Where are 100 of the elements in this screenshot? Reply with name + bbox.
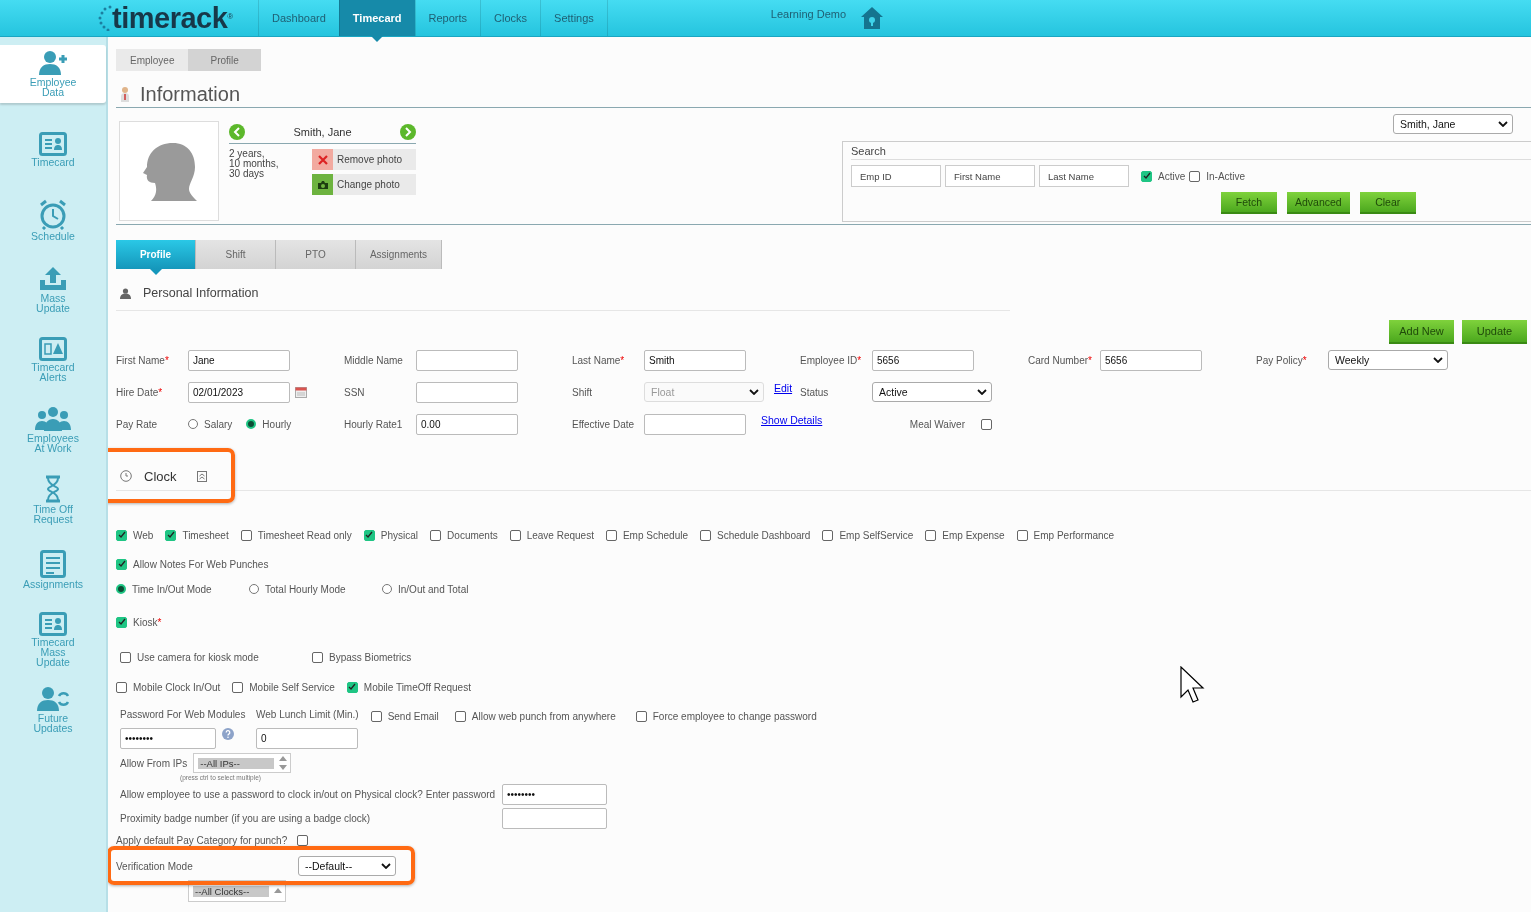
checkbox[interactable]: [363, 529, 375, 541]
text-field[interactable]: [502, 808, 607, 829]
checkbox[interactable]: [430, 529, 442, 541]
checkbox-label: Kiosk*: [133, 616, 162, 628]
tab[interactable]: PTO: [276, 240, 356, 269]
nav-tab[interactable]: Settings: [540, 0, 608, 36]
date-field[interactable]: 02/01/2023: [188, 381, 290, 403]
nav-tab[interactable]: Clocks: [480, 0, 541, 36]
checkbox[interactable]: [509, 529, 521, 541]
text-field[interactable]: Jane: [188, 349, 290, 371]
search-field[interactable]: First Name: [945, 165, 1035, 187]
checkbox[interactable]: [635, 710, 647, 722]
search-action-button[interactable]: Fetch: [1221, 192, 1277, 214]
checkbox-label: Emp Schedule: [622, 529, 688, 541]
checkbox[interactable]: [700, 529, 711, 541]
sidebar-item[interactable]: Time Off Request: [0, 465, 106, 535]
sidebar-item[interactable]: Future Updates: [0, 675, 106, 745]
text-field[interactable]: [416, 349, 518, 371]
home-icon[interactable]: [860, 6, 885, 30]
radio-button[interactable]: [382, 584, 392, 594]
checkbox[interactable]: [346, 681, 358, 693]
breadcrumb-item[interactable]: Employee: [116, 49, 189, 71]
dropdown[interactable]: Weekly: [1328, 350, 1448, 370]
checkbox-label: Schedule Dashboard: [717, 529, 811, 541]
search-action-button[interactable]: Clear: [1359, 192, 1416, 214]
change-photo-button[interactable]: Change photo: [312, 174, 416, 195]
checkbox[interactable]: [116, 681, 127, 693]
breadcrumb-item[interactable]: Profile: [188, 49, 261, 71]
field-label: Pay Policy*: [1256, 354, 1308, 366]
sidebar-item[interactable]: Timecard Mass Update: [0, 605, 106, 675]
radio-button[interactable]: [116, 584, 126, 594]
text-field[interactable]: [416, 381, 518, 403]
field-label: Proximity badge number (if you are using a badge clock): [120, 813, 371, 824]
radio-button[interactable]: [188, 419, 198, 429]
form-action-button[interactable]: Add New: [1389, 320, 1454, 344]
text-field[interactable]: 0.00: [416, 413, 518, 435]
tab[interactable]: Assignments: [356, 240, 442, 269]
tab[interactable]: Shift: [196, 240, 276, 269]
text-field[interactable]: 5656: [1100, 349, 1202, 371]
radio-button[interactable]: [246, 419, 257, 429]
sidebar-item[interactable]: Employees At Work: [0, 395, 106, 465]
dropdown[interactable]: Active: [872, 382, 992, 402]
search-title: Search: [851, 145, 1531, 160]
search-field[interactable]: Emp ID: [851, 165, 941, 187]
password-field[interactable]: ••••••••: [502, 784, 607, 805]
warning-card-icon: [39, 337, 67, 362]
checkbox[interactable]: [822, 529, 834, 541]
checkbox[interactable]: [1141, 170, 1152, 182]
radio-label: Time In/Out Mode: [132, 583, 212, 595]
sidebar-item[interactable]: Timecard: [0, 115, 106, 185]
radio-label: Total Hourly Mode: [265, 583, 346, 595]
sidebar-item[interactable]: Assignments: [0, 535, 106, 605]
password-field[interactable]: ••••••••: [120, 728, 216, 749]
checkbox-label: Allow Notes For Web Punches: [133, 558, 269, 570]
dropdown[interactable]: --Default--: [298, 856, 396, 876]
calendar-icon[interactable]: [295, 386, 307, 398]
logo[interactable]: timerack®: [98, 3, 258, 33]
checkbox[interactable]: [297, 834, 309, 846]
checkbox[interactable]: [981, 418, 992, 430]
checkbox[interactable]: [116, 529, 127, 541]
date-field[interactable]: [644, 413, 746, 435]
person-plus-icon: [38, 50, 68, 77]
checkbox[interactable]: [925, 529, 937, 541]
checkbox[interactable]: [312, 651, 323, 663]
checkbox[interactable]: [605, 529, 617, 541]
field-label: Verification Mode: [116, 860, 194, 872]
link[interactable]: Show Details: [761, 414, 823, 426]
text-field[interactable]: 5656: [872, 349, 974, 371]
employee-select[interactable]: Smith, Jane: [1393, 114, 1513, 134]
checkbox[interactable]: [116, 558, 127, 570]
sidebar-item[interactable]: Schedule: [0, 185, 106, 255]
checkbox[interactable]: [116, 616, 127, 628]
checkbox[interactable]: [1016, 529, 1028, 541]
nav-tab[interactable]: Dashboard: [258, 0, 339, 36]
text-field[interactable]: Smith: [644, 349, 746, 371]
sidebar-item[interactable]: Timecard Alerts: [0, 325, 106, 395]
search-field[interactable]: Last Name: [1039, 165, 1129, 187]
checkbox-label: Emp SelfService: [839, 529, 914, 541]
radio-button[interactable]: [249, 584, 259, 594]
nav-tab[interactable]: Reports: [414, 0, 481, 36]
search-action-button[interactable]: Advanced: [1287, 192, 1350, 214]
list-box[interactable]: --All IPs--: [193, 753, 292, 773]
checkbox[interactable]: [240, 529, 252, 541]
checkbox[interactable]: [120, 651, 131, 663]
sidebar-item[interactable]: Mass Update: [0, 255, 106, 325]
checkbox[interactable]: [454, 710, 466, 722]
mouse-cursor-icon: [1180, 666, 1206, 704]
checkbox[interactable]: [165, 529, 177, 541]
checkbox[interactable]: [370, 710, 382, 722]
form-action-button[interactable]: Update: [1462, 320, 1527, 344]
caret-icon: [1433, 357, 1443, 363]
collapse-icon[interactable]: [196, 470, 207, 482]
text-field[interactable]: 0: [256, 728, 358, 749]
checkbox[interactable]: [1189, 170, 1201, 182]
remove-photo-button[interactable]: Remove photo: [312, 149, 416, 170]
checkbox[interactable]: [232, 681, 244, 693]
checkbox-label: Timesheet: [182, 529, 229, 541]
sidebar-item[interactable]: Employee Data: [0, 45, 106, 103]
checkbox-label: Mobile TimeOff Request: [363, 681, 471, 693]
account-name: Learning Demo: [770, 8, 847, 20]
